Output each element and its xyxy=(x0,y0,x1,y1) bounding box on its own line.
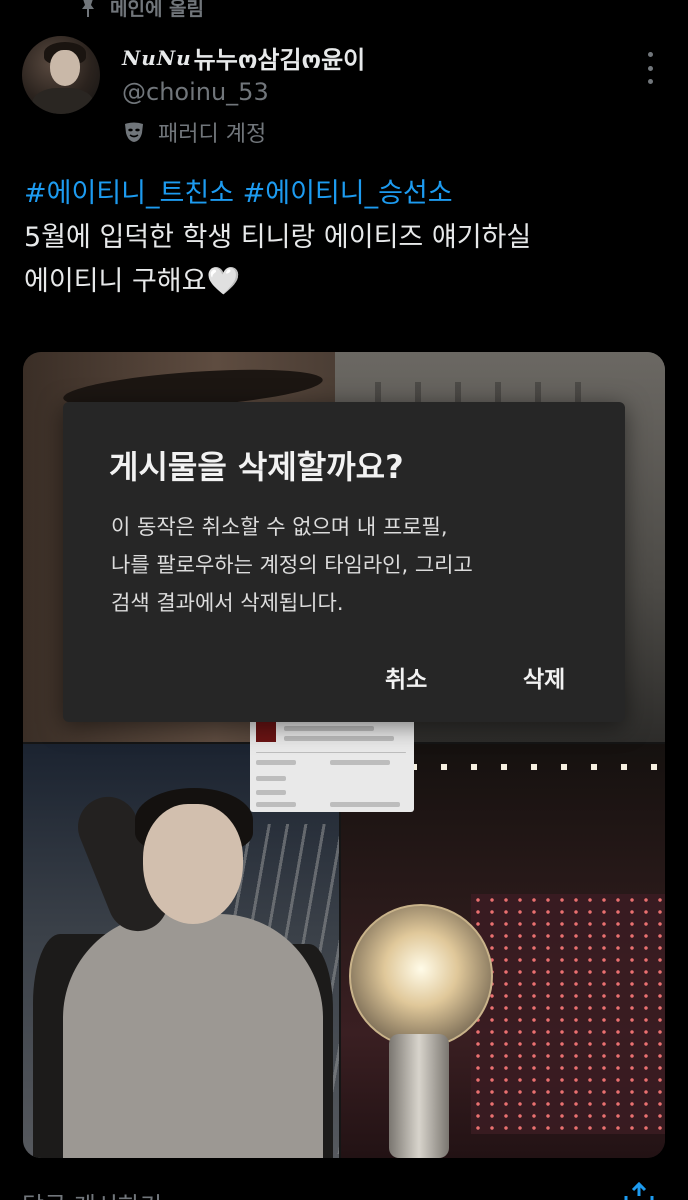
delete-post-dialog: 게시물을 삭제할까요? 이 동작은 취소할 수 없으며 내 프로필, 나를 팔로… xyxy=(63,402,625,722)
display-name-script: NuNu xyxy=(122,45,192,70)
hashtag-link[interactable]: #에이티니_트친소 xyxy=(24,178,234,209)
share-icon[interactable] xyxy=(622,1182,656,1200)
pinned-label: 메인에 올림 xyxy=(110,0,205,20)
ticket-thumbnail xyxy=(250,718,414,812)
cancel-button[interactable]: 취소 xyxy=(377,654,435,700)
more-vertical-icon[interactable] xyxy=(640,52,660,84)
dialog-message-line: 이 동작은 취소할 수 없으며 내 프로필, xyxy=(111,515,448,539)
dialog-message-line: 검색 결과에서 삭제됩니다. xyxy=(111,591,344,615)
dialog-title: 게시물을 삭제할까요? xyxy=(109,448,404,486)
delete-button[interactable]: 삭제 xyxy=(515,654,573,700)
avatar[interactable] xyxy=(22,36,100,114)
mask-icon xyxy=(125,122,143,142)
tweet-text: #에이티니_트친소 #에이티니_승선소 5월에 입덕한 학생 티니랑 에이티즈 … xyxy=(24,172,664,304)
hashtag-link[interactable]: #에이티니_승선소 xyxy=(243,178,453,209)
pinned-indicator: 메인에 올림 xyxy=(80,0,204,21)
reply-prompt[interactable]: 답글 게시하기 xyxy=(22,1186,162,1200)
display-name-text: 뉴누ო삼김ო윤이 xyxy=(193,46,366,74)
dialog-message-line: 나를 팔로우하는 계정의 타임라인, 그리고 xyxy=(111,553,473,577)
parody-account-label: 패러디 계정 xyxy=(122,116,266,148)
display-name[interactable]: NuNu 뉴누ო삼김ო윤이 xyxy=(122,40,365,75)
tweet-detail-page: 메인에 올림 NuNu 뉴누ო삼김ო윤이 @choinu_53 패러디 계정 #… xyxy=(0,0,688,1200)
pin-icon xyxy=(82,0,94,17)
tweet-line: 5월에 입덕한 학생 티니랑 에이티즈 얘기하실 xyxy=(24,222,532,253)
heart-emoji: 🤍 xyxy=(206,266,241,297)
account-label-text: 패러디 계정 xyxy=(158,122,267,147)
dialog-message: 이 동작은 취소할 수 없으며 내 프로필, 나를 팔로우하는 계정의 타임라인… xyxy=(111,508,591,622)
user-handle[interactable]: @choinu_53 xyxy=(122,78,269,106)
tweet-line: 에이티니 구해요 xyxy=(24,266,207,297)
